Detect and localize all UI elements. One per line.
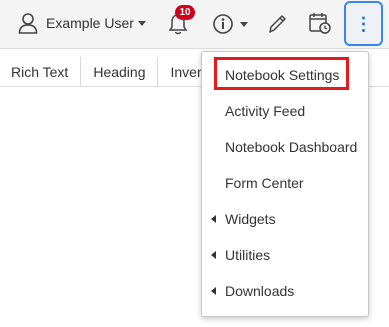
menu-item-activity-feed[interactable]: Activity Feed: [202, 96, 368, 126]
notification-badge: 10: [175, 5, 195, 20]
pen-icon[interactable]: [266, 12, 288, 36]
menu-item-downloads[interactable]: Downloads: [202, 276, 368, 306]
user-menu[interactable]: Example User: [18, 11, 146, 35]
calendar-clock-icon[interactable]: [308, 11, 332, 35]
chevron-down-icon: [137, 20, 146, 26]
kebab-menu-icon: ⋮: [354, 13, 373, 34]
submenu-arrow-icon: [211, 215, 216, 223]
submenu-arrow-icon: [211, 251, 216, 259]
editor-tabs: Rich Text Heading Inver: [0, 57, 215, 86]
user-name: Example User: [46, 15, 134, 31]
top-toolbar: Example User 10 ⋮: [0, 0, 389, 49]
more-options-menu: Notebook Settings Activity Feed Notebook…: [201, 51, 369, 317]
user-icon: [18, 13, 38, 34]
tab-heading[interactable]: Heading: [81, 57, 159, 86]
menu-item-notebook-settings[interactable]: Notebook Settings: [202, 60, 368, 90]
menu-item-utilities[interactable]: Utilities: [202, 240, 368, 270]
help-menu[interactable]: [212, 12, 248, 36]
menu-item-notebook-dashboard[interactable]: Notebook Dashboard: [202, 132, 368, 162]
menu-item-widgets[interactable]: Widgets: [202, 204, 368, 234]
chevron-down-icon: [240, 21, 248, 27]
more-options-button[interactable]: ⋮: [344, 1, 383, 46]
tab-rich-text[interactable]: Rich Text: [0, 57, 82, 86]
menu-item-form-center[interactable]: Form Center: [202, 168, 368, 198]
submenu-arrow-icon: [211, 287, 216, 295]
info-icon: [213, 14, 233, 34]
